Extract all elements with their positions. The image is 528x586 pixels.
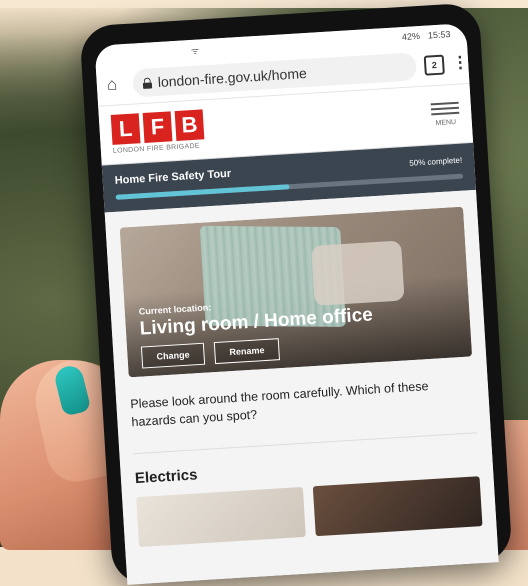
rename-button[interactable]: Rename [213,338,281,365]
hazard-card[interactable] [136,486,306,548]
hazard-card[interactable] [312,476,483,537]
phone-screen: ᯤ 42% 15:53 ⌂ london-fire.gov.uk/home 2 … [94,23,499,585]
lock-icon [142,77,152,89]
logo-letter: F [142,111,173,143]
menu-label: MENU [435,118,457,128]
url-text: london-fire.gov.uk/home [157,64,308,91]
tabs-icon[interactable]: 2 [423,54,445,76]
hamburger-bar [430,106,459,111]
tour-complete-label: 50% complete! [409,155,463,168]
lfb-logo[interactable]: L F B LONDON FIRE BRIGADE [110,109,205,155]
home-icon[interactable]: ⌂ [106,75,125,95]
progress-fill [115,184,290,200]
overflow-menu-icon[interactable]: ⋮ [452,54,469,72]
room-card: Current location: Living room / Home off… [119,206,473,378]
main-content: Current location: Living room / Home off… [104,189,498,564]
logo-subtitle: LONDON FIRE BRIGADE [112,142,201,155]
logo-letter: L [110,113,141,145]
hamburger-icon [430,101,459,106]
phone: ᯤ 42% 15:53 ⌂ london-fire.gov.uk/home 2 … [79,2,513,586]
change-button[interactable]: Change [140,342,206,369]
menu-button[interactable]: MENU [430,101,460,128]
logo-letter: B [174,109,205,142]
battery-level: 42% [401,30,421,43]
tour-title: Home Fire Safety Tour [114,167,232,187]
hamburger-bar [431,111,460,116]
signal-icon: ᯤ [190,44,200,56]
clock: 15:53 [427,29,451,41]
divider [133,432,477,455]
hazard-prompt: Please look around the room carefully. W… [129,379,429,430]
